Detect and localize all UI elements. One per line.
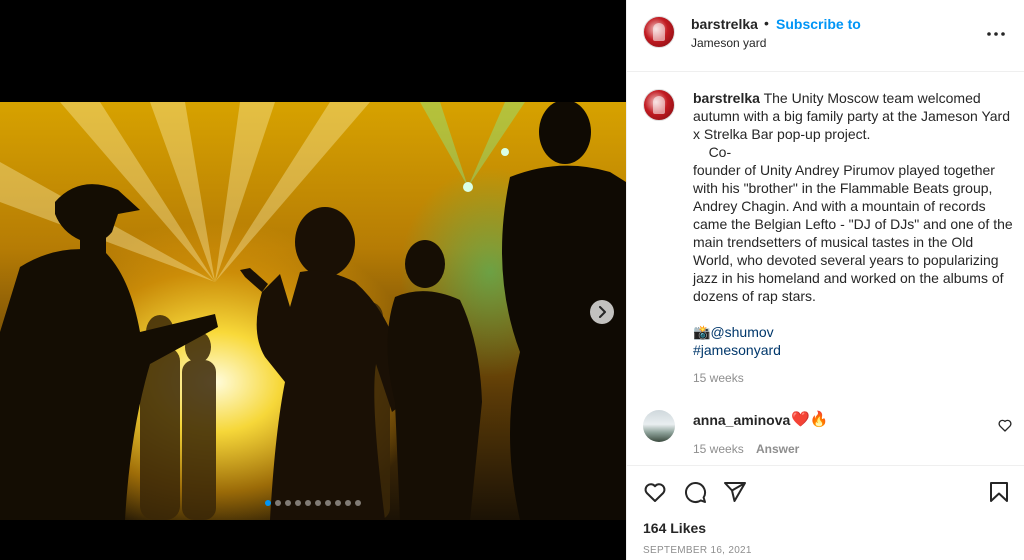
comment-heart-icon[interactable] (997, 417, 1013, 433)
post-header: barstrelka • Subscribe to Jameson yard (627, 0, 1024, 72)
caption-username[interactable]: barstrelka (693, 90, 760, 106)
comment-icon[interactable] (683, 480, 707, 504)
author-avatar[interactable] (643, 16, 675, 48)
author-username[interactable]: barstrelka (691, 16, 758, 32)
heart-icon[interactable] (643, 480, 667, 504)
carousel-dot (315, 500, 321, 506)
carousel-dot (355, 500, 361, 506)
carousel-dot (265, 500, 271, 506)
caption-mention-link[interactable]: @shumov (710, 324, 773, 340)
subscribe-button[interactable]: Subscribe to (776, 16, 861, 32)
post-location[interactable]: Jameson yard (691, 36, 766, 50)
post-media (0, 0, 626, 560)
bookmark-icon[interactable] (987, 480, 1011, 504)
commenter-avatar[interactable] (643, 410, 675, 442)
carousel-indicator (0, 500, 626, 506)
carousel-dot (305, 500, 311, 506)
crowd-silhouettes (0, 102, 626, 520)
next-image-button[interactable] (590, 300, 614, 324)
carousel-dot (325, 500, 331, 506)
more-options-button[interactable] (984, 22, 1008, 46)
comment-username[interactable]: anna_aminova (693, 412, 790, 428)
more-options-icon (987, 32, 1005, 36)
camera-emoji: 📸 (693, 324, 711, 340)
caption-author-avatar[interactable] (643, 89, 675, 121)
comments-area: barstrelka The Unity Moscow team welcome… (627, 73, 1024, 465)
carousel-dot (295, 500, 301, 506)
comment-text: ❤️🔥 (791, 411, 829, 428)
carousel-dot (335, 500, 341, 506)
post-caption: barstrelka The Unity Moscow team welcome… (693, 89, 1013, 359)
header-separator: • (764, 15, 769, 31)
caption-hashtag-link[interactable]: #jamesonyard (693, 342, 781, 358)
comment-timestamp[interactable]: 15 weeks (693, 442, 744, 456)
party-photo (0, 102, 626, 520)
post-actions: 164 Likes SEPTEMBER 16, 2021 (627, 465, 1024, 560)
post-side-panel: barstrelka • Subscribe to Jameson yard b… (626, 0, 1024, 560)
share-icon[interactable] (723, 480, 747, 504)
carousel-dot (285, 500, 291, 506)
likes-count[interactable]: 164 Likes (643, 520, 706, 536)
reply-button[interactable]: Answer (756, 442, 799, 456)
chevron-right-icon (599, 306, 606, 318)
post-date: SEPTEMBER 16, 2021 (643, 545, 752, 556)
caption-timestamp[interactable]: 15 weeks (693, 371, 744, 385)
caption-text: The Unity Moscow team welcomed autumn wi… (693, 90, 1013, 304)
carousel-dot (275, 500, 281, 506)
carousel-dot (345, 500, 351, 506)
